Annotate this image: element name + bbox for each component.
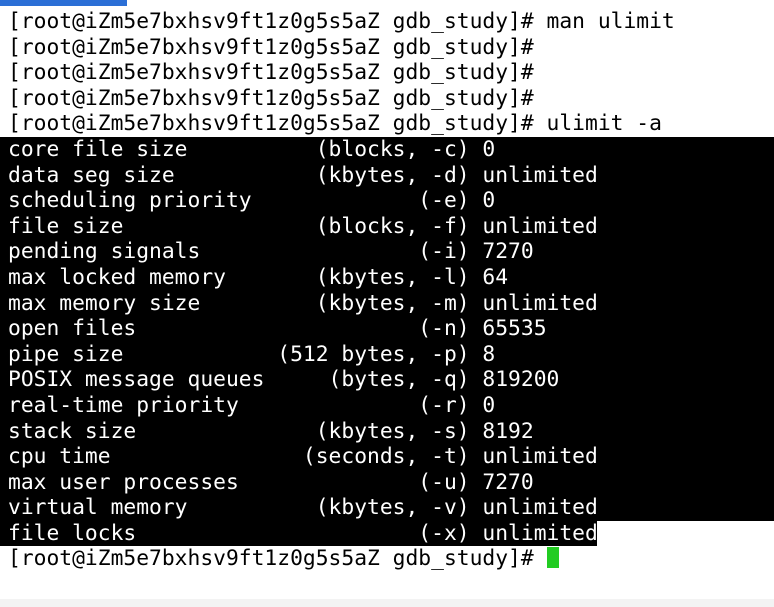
output-line-virtual-memory: virtual memory (kbytes, -v) unlimited	[0, 495, 774, 521]
prompt: [root@iZm5e7bxhsv9ft1z0g5s5aZ gdb_study]…	[8, 85, 534, 111]
window-tab-indicator[interactable]	[0, 0, 127, 6]
output-line-file-size: file size (blocks, -f) unlimited	[0, 213, 774, 240]
output-line-max-user-processes: max user processes (-u) 7270	[0, 469, 774, 496]
command-text: man ulimit	[546, 9, 675, 34]
output-line-pending-signals: pending signals (-i) 7270	[0, 239, 774, 265]
output-line-file-locks: file locks (-x) unlimited	[0, 520, 598, 547]
output-line-posix-message-queues: POSIX message queues (bytes, -q) 819200	[0, 367, 774, 393]
terminal-window[interactable]: [root@iZm5e7bxhsv9ft1z0g5s5aZ gdb_study]…	[0, 9, 774, 599]
output-line-open-files: open files (-n) 65535	[0, 316, 774, 342]
output-line-data-seg-size: data seg size (kbytes, -d) unlimited	[0, 162, 774, 189]
terminal-line: [root@iZm5e7bxhsv9ft1z0g5s5aZ gdb_study]…	[0, 9, 774, 35]
bottom-strip	[0, 599, 774, 607]
output-line-max-memory-size: max memory size (kbytes, -m) unlimited	[0, 290, 774, 317]
prompt: [root@iZm5e7bxhsv9ft1z0g5s5aZ gdb_study]…	[8, 60, 534, 86]
command-text: ulimit -a	[546, 111, 662, 137]
terminal-line: [root@iZm5e7bxhsv9ft1z0g5s5aZ gdb_study]…	[0, 60, 774, 86]
prompt: [root@iZm5e7bxhsv9ft1z0g5s5aZ gdb_study]…	[8, 9, 534, 34]
terminal-line: [root@iZm5e7bxhsv9ft1z0g5s5aZ gdb_study]…	[0, 86, 774, 112]
output-line-core-file-size: core file size (blocks, -c) 0	[0, 136, 774, 163]
output-line-cpu-time: cpu time (seconds, -t) unlimited	[0, 444, 774, 470]
prompt: [root@iZm5e7bxhsv9ft1z0g5s5aZ gdb_study]…	[8, 111, 534, 137]
prompt: [root@iZm5e7bxhsv9ft1z0g5s5aZ gdb_study]…	[8, 546, 534, 572]
text-cursor	[546, 546, 559, 568]
output-line-real-time-priority: real-time priority (-r) 0	[0, 392, 774, 419]
terminal-input-line[interactable]: [root@iZm5e7bxhsv9ft1z0g5s5aZ gdb_study]…	[0, 546, 774, 572]
terminal-line: [root@iZm5e7bxhsv9ft1z0g5s5aZ gdb_study]…	[0, 111, 774, 137]
prompt: [root@iZm5e7bxhsv9ft1z0g5s5aZ gdb_study]…	[8, 34, 534, 60]
output-line-scheduling-priority: scheduling priority (-e) 0	[0, 188, 774, 214]
output-line-max-locked-memory: max locked memory (kbytes, -l) 64	[0, 264, 774, 291]
terminal-line: [root@iZm5e7bxhsv9ft1z0g5s5aZ gdb_study]…	[0, 35, 774, 61]
output-line-pipe-size: pipe size (512 bytes, -p) 8	[0, 341, 774, 368]
output-line-stack-size: stack size (kbytes, -s) 8192	[0, 418, 774, 445]
